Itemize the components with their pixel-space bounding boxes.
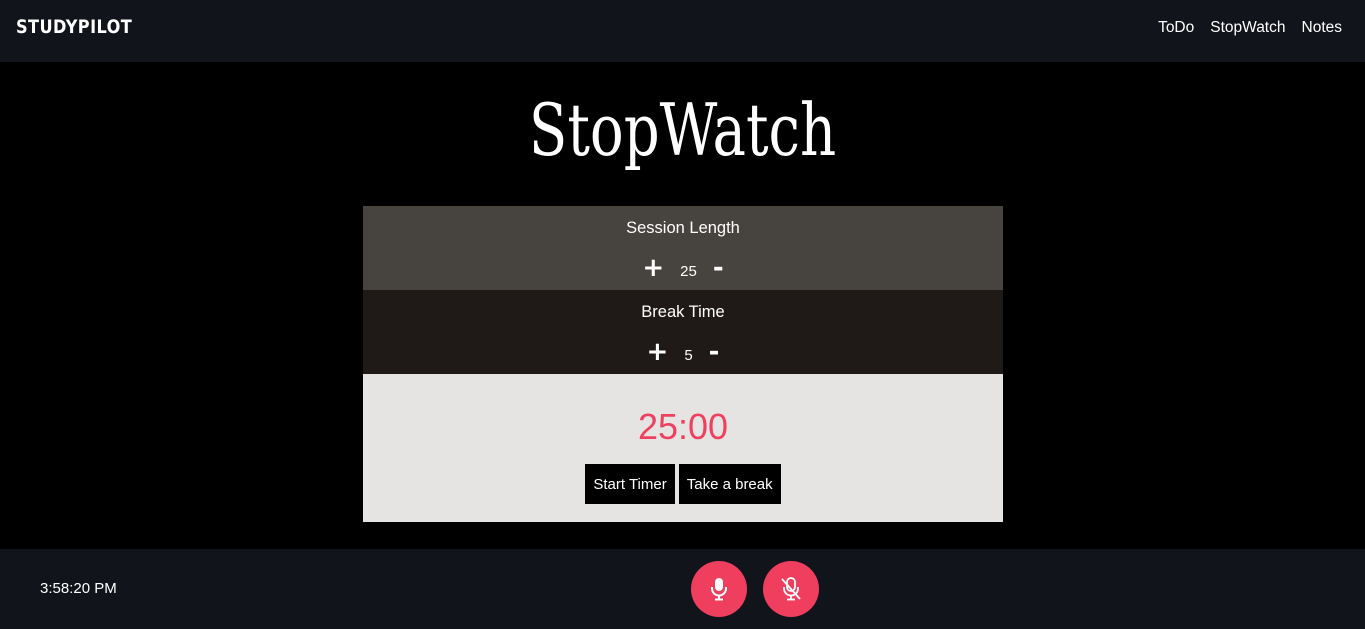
mic-off-button[interactable] bbox=[763, 561, 819, 617]
break-time-label: Break Time bbox=[641, 303, 725, 321]
start-timer-button[interactable]: Start Timer bbox=[585, 464, 675, 504]
microphone-icon bbox=[711, 578, 727, 601]
session-length-panel: Session Length + 25 - bbox=[363, 206, 1003, 290]
timer-controls: Start Timer Take a break bbox=[363, 464, 1003, 504]
bottom-bar: 3:58:20 PM bbox=[0, 549, 1365, 629]
mic-on-button[interactable] bbox=[691, 561, 747, 617]
timer-display: 25:00 bbox=[637, 406, 729, 447]
take-break-button[interactable]: Take a break bbox=[678, 464, 781, 504]
session-decrement-button[interactable]: - bbox=[711, 254, 726, 282]
brand-logo[interactable]: STUDYPILOT bbox=[16, 16, 132, 38]
main-nav: ToDo StopWatch Notes bbox=[1158, 19, 1342, 37]
session-length-label: Session Length bbox=[626, 219, 740, 237]
timer-panel: 25:00 Start Timer Take a break bbox=[363, 374, 1003, 522]
nav-item-notes[interactable]: Notes bbox=[1302, 19, 1343, 37]
break-time-value: 5 bbox=[684, 346, 693, 364]
current-time: 3:58:20 PM bbox=[40, 580, 117, 597]
break-time-stepper: + 5 - bbox=[363, 338, 1003, 366]
session-length-stepper: + 25 - bbox=[363, 254, 1003, 282]
break-decrement-button[interactable]: - bbox=[707, 338, 722, 366]
break-time-panel: Break Time + 5 - bbox=[363, 290, 1003, 374]
top-navbar: STUDYPILOT ToDo StopWatch Notes bbox=[0, 0, 1365, 62]
microphone-off-icon bbox=[781, 577, 801, 601]
nav-item-stopwatch[interactable]: StopWatch bbox=[1210, 19, 1285, 37]
page-title: StopWatch bbox=[528, 88, 837, 172]
nav-item-todo[interactable]: ToDo bbox=[1158, 19, 1194, 37]
session-increment-button[interactable]: + bbox=[640, 254, 666, 282]
break-increment-button[interactable]: + bbox=[645, 338, 671, 366]
session-length-value: 25 bbox=[680, 262, 697, 280]
